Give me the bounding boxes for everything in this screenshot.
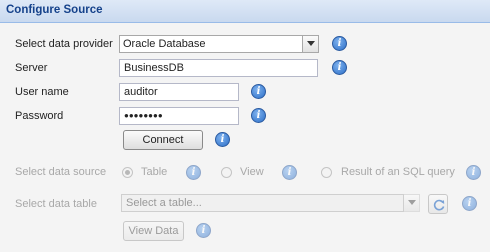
table-select-info-icon[interactable]: i [462, 196, 477, 211]
provider-label: Select data provider [15, 38, 113, 50]
chevron-down-icon [408, 200, 416, 205]
table-select-placeholder: Select a table... [126, 197, 202, 209]
username-info-icon[interactable]: i [251, 84, 266, 99]
password-label: Password [15, 110, 64, 122]
table-dropdown-trigger[interactable] [403, 194, 420, 212]
server-info-icon[interactable]: i [332, 60, 347, 75]
table-select[interactable]: Select a table... [121, 194, 404, 212]
panel-title: Configure Source [6, 4, 103, 16]
username-input-value: auditor [124, 86, 158, 98]
provider-select[interactable]: Oracle Database [119, 35, 303, 53]
connect-button[interactable]: Connect [123, 130, 203, 150]
server-label: Server [15, 62, 48, 74]
table-info-icon[interactable]: i [186, 165, 201, 180]
password-input-value: ●●●●●●●● [124, 111, 163, 120]
radio-table[interactable] [122, 167, 133, 178]
provider-dropdown-trigger[interactable] [302, 35, 319, 53]
radio-sql-query-label: Result of an SQL query [341, 166, 455, 178]
radio-sql-query[interactable] [321, 167, 332, 178]
username-label: User name [15, 86, 69, 98]
username-input[interactable]: auditor [119, 83, 239, 101]
view-info-icon[interactable]: i [282, 165, 297, 180]
provider-select-value: Oracle Database [123, 38, 206, 50]
server-input[interactable]: BusinessDB [119, 59, 318, 77]
server-input-value: BusinessDB [124, 62, 184, 74]
password-input[interactable]: ●●●●●●●● [119, 107, 239, 125]
sql-query-info-icon[interactable]: i [466, 165, 481, 180]
radio-table-label: Table [141, 166, 168, 178]
password-info-icon[interactable]: i [251, 108, 266, 123]
refresh-button[interactable] [428, 194, 448, 214]
panel-header: Configure Source [0, 0, 490, 23]
refresh-icon [433, 199, 445, 211]
view-data-button[interactable]: View Data [123, 221, 184, 241]
chevron-down-icon [307, 41, 315, 46]
radio-view[interactable] [221, 167, 232, 178]
source-label: Select data source [15, 166, 107, 178]
radio-view-label: View [240, 166, 264, 178]
table-label: Select data table [15, 198, 97, 210]
connect-info-icon[interactable]: i [215, 132, 230, 147]
provider-info-icon[interactable]: i [332, 36, 347, 51]
view-data-info-icon[interactable]: i [196, 223, 211, 238]
